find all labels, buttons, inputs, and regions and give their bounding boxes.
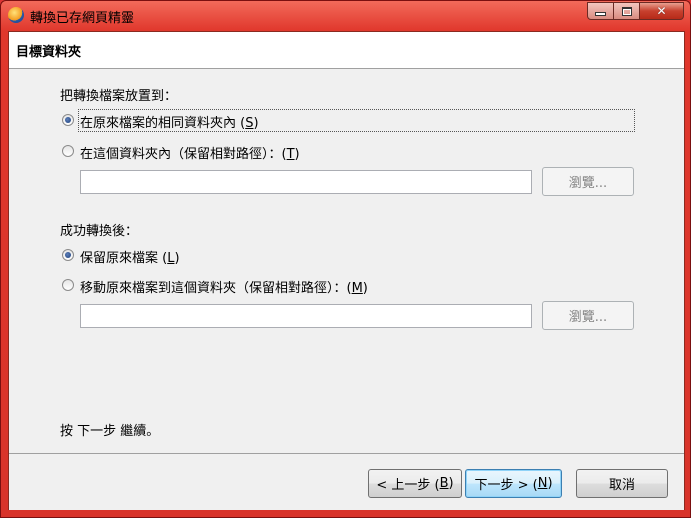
cancel-button[interactable]: 取消 — [576, 469, 668, 498]
destination-path-input[interactable] — [80, 170, 532, 194]
minimize-button[interactable] — [587, 2, 614, 20]
radio-dot — [65, 252, 71, 258]
mnemonic: N — [537, 476, 548, 491]
radio-keep-original-label[interactable]: 保留原來檔案 (L) — [80, 247, 180, 266]
move-path-input[interactable] — [80, 304, 532, 328]
mnemonic: B — [439, 476, 449, 491]
radio-this-folder[interactable] — [62, 145, 74, 157]
button-text: < 上一步 ( — [376, 478, 440, 493]
radio-ring — [62, 279, 74, 291]
option-text: 在原來檔案的相同資料夾內 ( — [80, 116, 246, 131]
wizard-window: 轉換已存網頁精靈 ✕ 目標資料夾 把轉換檔案放置到： 在原來檔案的相同資料夾內 … — [0, 0, 691, 518]
button-suffix: ) — [547, 476, 553, 491]
radio-keep-original[interactable] — [62, 249, 74, 261]
instruction-text: 按 下一步 繼續。 — [60, 424, 160, 439]
radio-ring — [62, 145, 74, 157]
back-button[interactable]: < 上一步 (B) — [368, 469, 462, 498]
close-icon: ✕ — [656, 4, 667, 18]
wizard-header: 目標資料夾 — [9, 32, 684, 69]
button-text: 下一步 > ( — [474, 478, 538, 493]
move-browse-button[interactable]: 瀏覽... — [542, 301, 634, 330]
button-suffix: ) — [448, 476, 454, 491]
option-text: 在這個資料夾內（保留相對路徑）：( — [80, 147, 287, 162]
next-button[interactable]: 下一步 > (N) — [465, 469, 562, 498]
radio-same-folder-label[interactable]: 在原來檔案的相同資料夾內 (S) — [80, 112, 259, 131]
minimize-icon — [595, 12, 606, 16]
wizard-client: 目標資料夾 把轉換檔案放置到： 在原來檔案的相同資料夾內 (S) 在這個資料夾內… — [8, 31, 685, 510]
maximize-icon — [621, 6, 632, 16]
option-suffix: ) — [253, 116, 259, 131]
window-title: 轉換已存網頁精靈 — [30, 11, 135, 26]
radio-move-original-label[interactable]: 移動原來檔案到這個資料夾（保留相對路徑）：(M) — [80, 277, 368, 296]
option-text: 移動原來檔案到這個資料夾（保留相對路徑）：( — [80, 281, 352, 296]
radio-move-original[interactable] — [62, 279, 74, 291]
title-bar[interactable]: 轉換已存網頁精靈 ✕ — [1, 1, 690, 31]
mnemonic: T — [286, 147, 295, 162]
after-group-label: 成功轉換後： — [60, 224, 139, 239]
radio-dot — [65, 117, 71, 123]
mnemonic: M — [351, 281, 363, 296]
wizard-footer: < 上一步 (B) 下一步 > (N) 取消 — [9, 453, 684, 510]
radio-same-folder[interactable] — [62, 114, 74, 126]
option-text: 保留原來檔案 ( — [80, 251, 168, 266]
firefox-icon — [8, 7, 24, 23]
page-title: 目標資料夾 — [16, 45, 82, 60]
option-suffix: ) — [294, 147, 300, 162]
option-suffix: ) — [362, 281, 368, 296]
option-suffix: ) — [174, 251, 180, 266]
caption-buttons: ✕ — [587, 2, 684, 21]
radio-this-folder-label[interactable]: 在這個資料夾內（保留相對路徑）：(T) — [80, 143, 300, 162]
destination-group-label: 把轉換檔案放置到： — [60, 89, 178, 104]
close-button[interactable]: ✕ — [640, 2, 684, 20]
maximize-button[interactable] — [614, 2, 640, 20]
destination-browse-button[interactable]: 瀏覽... — [542, 167, 634, 196]
